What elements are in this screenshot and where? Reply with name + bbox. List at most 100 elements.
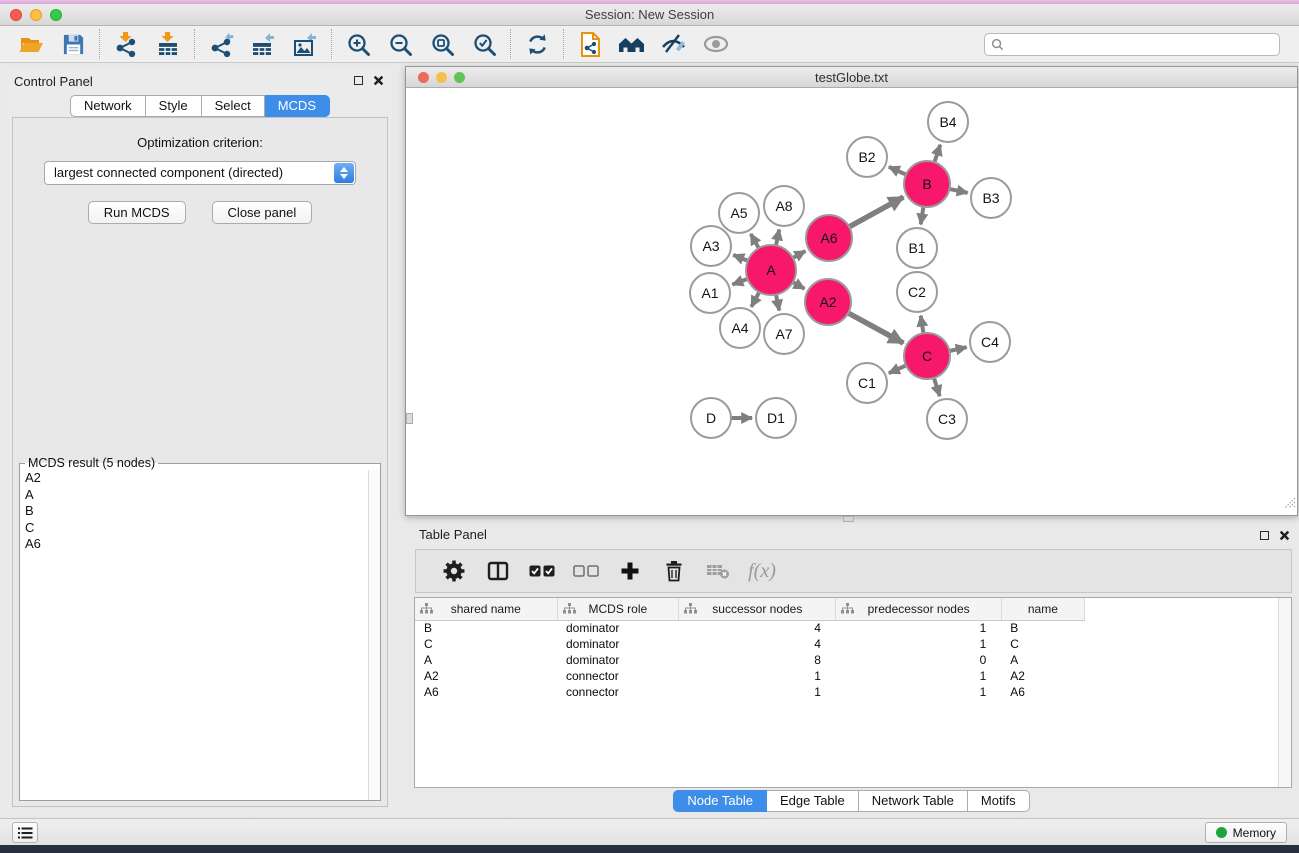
delete-table-button[interactable] bbox=[696, 554, 740, 588]
table-cell[interactable]: dominator bbox=[557, 620, 679, 636]
tab-network[interactable]: Network bbox=[70, 95, 146, 117]
network-canvas[interactable]: B4B2BB3A8A5A6A3B1AA1C2A2A4A7C4CC1C3DD1 bbox=[406, 88, 1297, 515]
table-cell[interactable]: 0 bbox=[836, 652, 1001, 668]
table-cell[interactable]: 1 bbox=[836, 684, 1001, 700]
tab-node-table[interactable]: Node Table bbox=[673, 790, 767, 812]
edge-A-A5[interactable] bbox=[751, 234, 759, 248]
table-cell[interactable]: connector bbox=[557, 684, 679, 700]
edge-B-B1[interactable] bbox=[921, 207, 924, 225]
export-image-button[interactable] bbox=[284, 29, 326, 60]
table-cell[interactable]: 1 bbox=[836, 668, 1001, 684]
tab-network-table[interactable]: Network Table bbox=[859, 790, 968, 812]
table-cell[interactable]: 1 bbox=[836, 620, 1001, 636]
tab-style[interactable]: Style bbox=[146, 95, 202, 117]
refresh-button[interactable] bbox=[516, 29, 558, 60]
table-cell[interactable]: 8 bbox=[679, 652, 836, 668]
optimization-criterion-select[interactable]: largest connected component (directed) bbox=[44, 161, 356, 185]
memory-button[interactable]: Memory bbox=[1205, 822, 1287, 843]
table-row[interactable]: A6connector11A6 bbox=[415, 684, 1085, 700]
result-list-item[interactable]: A bbox=[21, 487, 367, 504]
table-cell[interactable]: A2 bbox=[1001, 668, 1084, 684]
edge-A-A4[interactable] bbox=[751, 292, 759, 307]
table-scrollbar[interactable] bbox=[1278, 598, 1291, 787]
column-header-successor-nodes[interactable]: successor nodes bbox=[679, 598, 836, 620]
result-list-item[interactable]: B bbox=[21, 503, 367, 520]
table-cell[interactable]: dominator bbox=[557, 652, 679, 668]
import-network-button[interactable] bbox=[105, 29, 147, 60]
tab-select[interactable]: Select bbox=[202, 95, 265, 117]
network-minimize-button[interactable] bbox=[436, 72, 447, 83]
table-row[interactable]: Cdominator41C bbox=[415, 636, 1085, 652]
table-cell[interactable]: A6 bbox=[415, 684, 557, 700]
table-settings-button[interactable] bbox=[432, 554, 476, 588]
export-table-button[interactable] bbox=[242, 29, 284, 60]
close-window-button[interactable] bbox=[10, 9, 22, 21]
edge-C-C4[interactable] bbox=[949, 347, 966, 351]
show-columns-button[interactable] bbox=[476, 554, 520, 588]
table-cell[interactable]: C bbox=[415, 636, 557, 652]
edge-A-A3[interactable] bbox=[733, 255, 748, 261]
edge-B-B4[interactable] bbox=[934, 145, 940, 162]
save-session-button[interactable] bbox=[52, 29, 94, 60]
close-panel-icon[interactable] bbox=[373, 75, 384, 86]
column-header-name[interactable]: name bbox=[1001, 598, 1084, 620]
delete-row-button[interactable] bbox=[652, 554, 696, 588]
open-session-button[interactable] bbox=[10, 29, 52, 60]
window-resize-grip[interactable] bbox=[1282, 495, 1296, 514]
column-header-shared-name[interactable]: shared name bbox=[415, 598, 557, 620]
search-field[interactable] bbox=[984, 33, 1280, 56]
zoom-in-button[interactable] bbox=[337, 29, 379, 60]
edge-C-C2[interactable] bbox=[921, 316, 924, 334]
import-table-button[interactable] bbox=[147, 29, 189, 60]
table-cell[interactable]: 4 bbox=[679, 636, 836, 652]
table-cell[interactable]: C bbox=[1001, 636, 1084, 652]
table-cell[interactable]: 1 bbox=[679, 668, 836, 684]
zoom-window-button[interactable] bbox=[50, 9, 62, 21]
edge-A6-B[interactable] bbox=[849, 197, 903, 227]
table-cell[interactable]: A6 bbox=[1001, 684, 1084, 700]
float-panel-icon[interactable] bbox=[354, 76, 363, 85]
table-cell[interactable]: connector bbox=[557, 668, 679, 684]
edge-A-A6[interactable] bbox=[793, 251, 805, 258]
show-hide-graphics-button[interactable] bbox=[653, 29, 695, 60]
eye-button[interactable] bbox=[695, 29, 737, 60]
tab-mcds[interactable]: MCDS bbox=[265, 95, 330, 117]
column-header-predecessor-nodes[interactable]: predecessor nodes bbox=[836, 598, 1001, 620]
result-list-item[interactable]: C bbox=[21, 520, 367, 537]
minimize-window-button[interactable] bbox=[30, 9, 42, 21]
edge-B-B2[interactable] bbox=[889, 167, 906, 175]
edge-C-C1[interactable] bbox=[889, 365, 906, 373]
close-panel-button[interactable]: Close panel bbox=[212, 201, 313, 224]
table-cell[interactable]: dominator bbox=[557, 636, 679, 652]
deselect-all-button[interactable] bbox=[564, 554, 608, 588]
result-list-scrollbar[interactable] bbox=[368, 470, 380, 800]
edge-A-A8[interactable] bbox=[776, 230, 779, 246]
export-network-button[interactable] bbox=[200, 29, 242, 60]
table-cell[interactable]: 1 bbox=[679, 684, 836, 700]
close-table-panel-icon[interactable] bbox=[1279, 530, 1290, 541]
edge-A-A1[interactable] bbox=[732, 279, 747, 285]
edge-C-C3[interactable] bbox=[934, 378, 940, 396]
table-cell[interactable]: B bbox=[1001, 620, 1084, 636]
zoom-out-button[interactable] bbox=[379, 29, 421, 60]
edge-A2-C[interactable] bbox=[848, 313, 903, 343]
pane-gripper[interactable] bbox=[406, 413, 413, 424]
table-row[interactable]: A2connector11A2 bbox=[415, 668, 1085, 684]
home-button[interactable] bbox=[611, 29, 653, 60]
column-header-mcds-role[interactable]: MCDS role bbox=[557, 598, 679, 620]
table-row[interactable]: Adominator80A bbox=[415, 652, 1085, 668]
result-list-item[interactable]: A6 bbox=[21, 536, 367, 553]
zoom-fit-button[interactable] bbox=[421, 29, 463, 60]
table-row[interactable]: Bdominator41B bbox=[415, 620, 1085, 636]
search-input[interactable] bbox=[1004, 37, 1273, 51]
task-history-button[interactable] bbox=[12, 822, 38, 843]
select-all-button[interactable] bbox=[520, 554, 564, 588]
result-list-item[interactable]: A2 bbox=[21, 470, 367, 487]
table-cell[interactable]: B bbox=[415, 620, 557, 636]
float-table-panel-icon[interactable] bbox=[1260, 531, 1269, 540]
table-cell[interactable]: A2 bbox=[415, 668, 557, 684]
table-cell[interactable]: 1 bbox=[836, 636, 1001, 652]
edge-A-A7[interactable] bbox=[776, 294, 779, 310]
zoom-selected-button[interactable] bbox=[463, 29, 505, 60]
edge-B-B3[interactable] bbox=[949, 189, 967, 193]
